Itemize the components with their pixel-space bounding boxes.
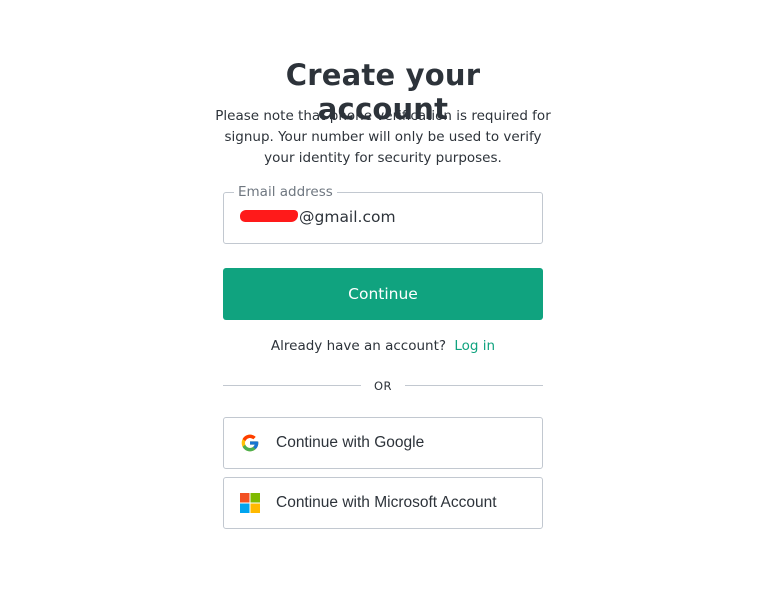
google-button-label: Continue with Google [276, 434, 425, 451]
login-prompt-text: Already have an account? [270, 338, 447, 354]
login-link[interactable]: Log in [454, 338, 495, 354]
email-field[interactable]: Email address @gmail.com [223, 183, 543, 244]
continue-button[interactable]: Continue [223, 268, 543, 320]
continue-with-microsoft-button[interactable]: Continue with Microsoft Account [223, 477, 543, 529]
redaction-mark [240, 209, 298, 222]
redaction-dot [264, 220, 266, 222]
email-domain-text: @gmail.com [299, 208, 396, 226]
continue-with-google-button[interactable]: Continue with Google [223, 417, 543, 469]
divider-label: OR [373, 379, 393, 393]
microsoft-icon [240, 493, 260, 513]
login-prompt: Already have an account? Log in [223, 336, 543, 356]
divider-line-right [405, 385, 543, 386]
or-divider: OR [223, 376, 543, 396]
email-field-label: Email address [234, 183, 337, 201]
email-field-value[interactable]: @gmail.com [240, 207, 396, 227]
google-icon [240, 433, 260, 453]
microsoft-button-label: Continue with Microsoft Account [276, 494, 497, 511]
phone-verification-notice: Please note that phone verification is r… [215, 108, 551, 166]
